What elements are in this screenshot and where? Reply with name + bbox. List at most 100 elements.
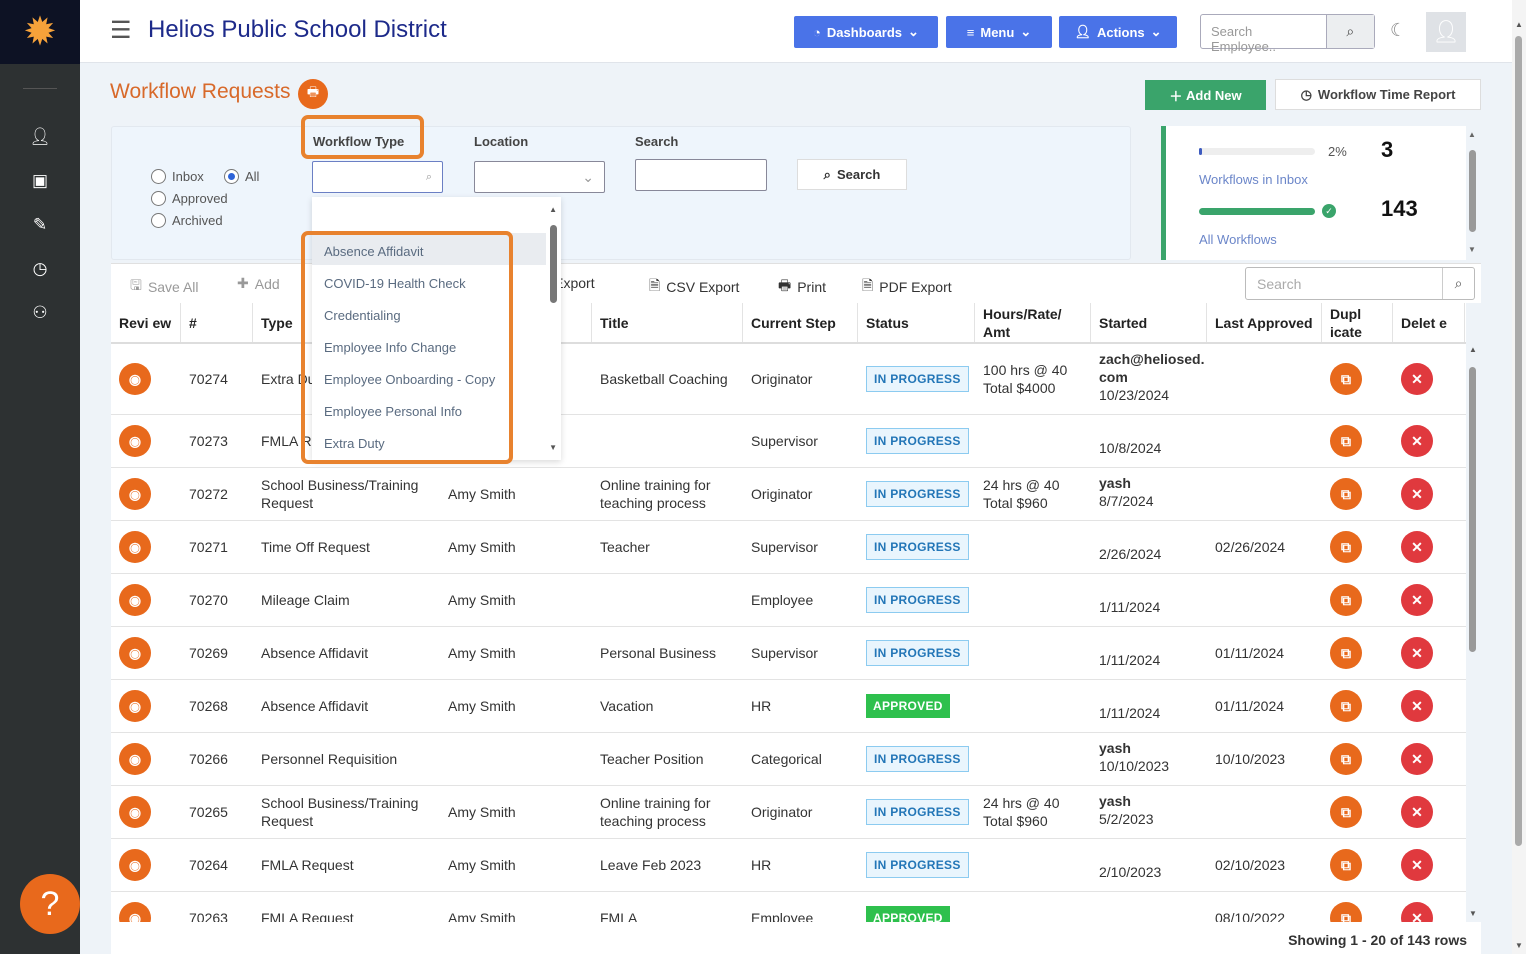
scroll-down-icon[interactable]: ▼ (1467, 245, 1477, 254)
scroll-down-icon[interactable]: ▼ (1512, 941, 1526, 950)
add-new-button[interactable]: ＋ Add New (1145, 80, 1266, 110)
duplicate-icon[interactable]: ⧉ (1330, 849, 1362, 881)
briefcase-icon[interactable]: ▣ (0, 159, 80, 203)
duplicate-icon[interactable]: ⧉ (1330, 584, 1362, 616)
table-row[interactable]: ◉ 70272 School Business/Training Request Am… (111, 468, 1466, 521)
hamburger-icon[interactable]: ☰ (110, 16, 132, 45)
column-header[interactable]: # (181, 303, 253, 342)
delete-icon[interactable]: ✕ (1401, 849, 1433, 881)
duplicate-icon[interactable]: ⧉ (1330, 796, 1362, 828)
avatar[interactable]: 👤︎ (1426, 12, 1466, 52)
column-header[interactable]: Delet e (1393, 303, 1465, 342)
table-row[interactable]: ◉ 70271 Time Off Request Amy Smith Teacher Su… (111, 521, 1466, 574)
save-all-button[interactable]: 🖫︎ Save All (130, 275, 199, 299)
eye-icon[interactable]: ◉ (119, 690, 151, 722)
duplicate-icon[interactable]: ⧉ (1330, 363, 1362, 395)
delete-icon[interactable]: ✕ (1401, 531, 1433, 563)
search-field[interactable] (635, 159, 767, 191)
eye-icon[interactable]: ◉ (119, 425, 151, 457)
eye-icon[interactable]: ◉ (119, 637, 151, 669)
eye-icon[interactable]: ◉ (119, 584, 151, 616)
delete-icon[interactable]: ✕ (1401, 478, 1433, 510)
workflow-type-select[interactable]: ⌕ (312, 161, 443, 193)
delete-icon[interactable]: ✕ (1401, 796, 1433, 828)
scroll-down-icon[interactable]: ▼ (1466, 909, 1480, 918)
duplicate-icon[interactable]: ⧉ (1330, 902, 1362, 922)
search-icon[interactable]: ⌕ (1442, 268, 1474, 299)
pdf-export-button[interactable]: 🗎︎ PDF Export (862, 275, 952, 299)
radio-inbox[interactable]: Inbox (151, 169, 204, 184)
duplicate-icon[interactable]: ⧉ (1330, 690, 1362, 722)
add-button[interactable]: ✚ Add (237, 275, 280, 292)
eye-icon[interactable]: ◉ (119, 363, 151, 395)
radio-all[interactable]: All (224, 169, 259, 184)
table-row[interactable]: ◉ 70270 Mileage Claim Amy Smith Employee IN P… (111, 574, 1466, 627)
actions-button[interactable]: 👤︎ Actions ⌄ (1059, 16, 1177, 48)
print-button[interactable]: 🖶︎ Print (778, 275, 826, 299)
delete-icon[interactable]: ✕ (1401, 584, 1433, 616)
radio-circle[interactable] (224, 169, 239, 184)
search-button[interactable]: ⌕ Search (797, 159, 907, 190)
radio-circle[interactable] (151, 169, 166, 184)
eye-icon[interactable]: ◉ (119, 743, 151, 775)
scroll-thumb[interactable] (1469, 150, 1476, 232)
delete-icon[interactable]: ✕ (1401, 902, 1433, 922)
radio-archived[interactable]: Archived (151, 213, 223, 228)
stats-scrollbar[interactable]: ▲ ▼ (1467, 130, 1477, 254)
page-scrollbar[interactable]: ▲ ▼ (1512, 0, 1526, 954)
table-row[interactable]: ◉ 70269 Absence Affidavit Amy Smith Personal… (111, 627, 1466, 680)
column-header[interactable]: Last Approved (1207, 303, 1322, 342)
radio-circle[interactable] (151, 213, 166, 228)
column-header[interactable]: Title (592, 303, 743, 342)
table-row[interactable]: ◉ 70265 School Business/Training Request Am… (111, 786, 1466, 839)
scroll-thumb[interactable] (1469, 367, 1476, 652)
column-header[interactable]: Started (1091, 303, 1207, 342)
location-select[interactable]: ⌄ (474, 161, 605, 193)
scroll-down-icon[interactable]: ▼ (549, 443, 557, 452)
scroll-thumb[interactable] (1515, 36, 1522, 846)
eye-icon[interactable]: ◉ (119, 531, 151, 563)
duplicate-icon[interactable]: ⧉ (1330, 637, 1362, 669)
column-header[interactable]: Hours/Rate/ Amt (975, 303, 1091, 342)
table-scrollbar[interactable]: ▲ ▼ (1466, 345, 1480, 922)
workflow-time-report-button[interactable]: ◷ Workflow Time Report (1275, 79, 1481, 110)
table-row[interactable]: ◉ 70264 FMLA Request Amy Smith Leave Feb 202… (111, 839, 1466, 892)
table-row[interactable]: ◉ 70268 Absence Affidavit Amy Smith Vacation… (111, 680, 1466, 733)
users-icon[interactable]: ⚇ (0, 291, 80, 335)
delete-icon[interactable]: ✕ (1401, 637, 1433, 669)
menu-button[interactable]: ≡ Menu ⌄ (946, 16, 1052, 48)
scroll-thumb[interactable] (550, 225, 557, 303)
radio-approved[interactable]: Approved (151, 191, 228, 206)
eye-icon[interactable]: ◉ (119, 902, 151, 922)
employee-search-input[interactable]: Search Employee.. ⌕ (1200, 14, 1375, 54)
duplicate-icon[interactable]: ⧉ (1330, 478, 1362, 510)
eye-icon[interactable]: ◉ (119, 796, 151, 828)
clock-icon[interactable]: ◷ (0, 247, 80, 291)
table-row[interactable]: ◉ 70263 FMLA Request Amy Smith FMLA Employee A… (111, 892, 1466, 922)
table-search-input[interactable]: Search ⌕ (1245, 267, 1475, 300)
user-icon[interactable]: 👤︎ (0, 115, 80, 159)
sun-logo-icon[interactable]: ✹ (0, 0, 80, 64)
moon-icon[interactable]: ☾ (1390, 20, 1406, 41)
all-workflows-link[interactable]: All Workflows (1199, 232, 1277, 247)
print-icon[interactable]: 🖶︎ (298, 79, 328, 109)
column-header[interactable]: Revi ew (111, 303, 181, 342)
table-row[interactable]: ◉ 70266 Personnel Requisition Teacher Posit… (111, 733, 1466, 786)
duplicate-icon[interactable]: ⧉ (1330, 531, 1362, 563)
eye-icon[interactable]: ◉ (119, 478, 151, 510)
csv-export-button[interactable]: 🗎︎ CSV Export (649, 275, 739, 299)
delete-icon[interactable]: ✕ (1401, 743, 1433, 775)
workflows-in-inbox-link[interactable]: Workflows in Inbox (1199, 172, 1308, 187)
duplicate-icon[interactable]: ⧉ (1330, 743, 1362, 775)
help-button[interactable]: ? (20, 874, 80, 934)
dashboards-button[interactable]: ◔ Dashboards ⌄ (794, 16, 938, 48)
search-icon[interactable]: ⌕ (1325, 15, 1374, 48)
edit-icon[interactable]: ✎ (0, 203, 80, 247)
column-header[interactable]: Status (858, 303, 975, 342)
eye-icon[interactable]: ◉ (119, 849, 151, 881)
delete-icon[interactable]: ✕ (1401, 425, 1433, 457)
scroll-up-icon[interactable]: ▲ (549, 205, 557, 214)
delete-icon[interactable]: ✕ (1401, 363, 1433, 395)
delete-icon[interactable]: ✕ (1401, 690, 1433, 722)
scroll-up-icon[interactable]: ▲ (1512, 20, 1526, 29)
